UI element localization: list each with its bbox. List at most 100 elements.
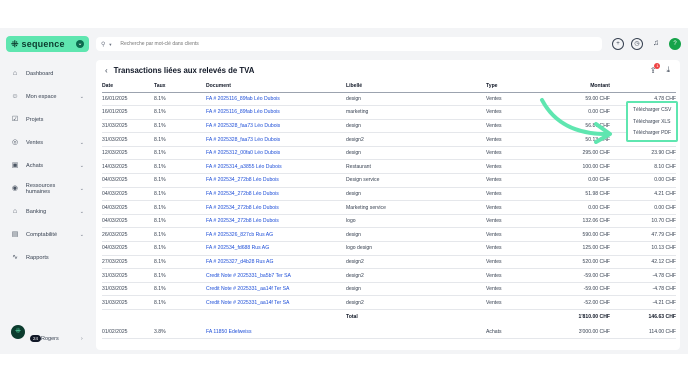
- sidebar-item-label: Mon espace: [26, 93, 57, 100]
- cell-taux: 8.1%: [154, 105, 206, 120]
- back-arrow-icon[interactable]: ‹: [105, 66, 108, 75]
- cell-document[interactable]: Credit Note # 2025331_ba5b7 Ter SA: [206, 268, 346, 283]
- page-title: Transactions liées aux relevés de TVA: [113, 66, 255, 75]
- cell-date: 31/03/2025: [102, 132, 154, 147]
- cell-montant: 520.00 CHF: [546, 255, 610, 270]
- cell-montant: -59.00 CHF: [546, 282, 610, 297]
- sidebar-item-rapports[interactable]: ∿ Rapports: [0, 246, 92, 269]
- download-pdf-option[interactable]: Télécharger PDF: [628, 128, 676, 140]
- cell-document[interactable]: FA # 202534_272b8 Léo Dubois: [206, 187, 346, 202]
- sidebar: ⁜ sequence ⌄ ⌂ Dashboard ☺ Mon espace ⌄ …: [0, 28, 92, 354]
- cell-tva: 42.12 CHF: [610, 255, 676, 270]
- cell-tva: -4.21 CHF: [610, 295, 676, 310]
- cell-document[interactable]: FA # 202534_272b8 Léo Dubois: [206, 200, 346, 215]
- cell-document[interactable]: FA # 2025327_d4b28 Rus AG: [206, 255, 346, 270]
- total-label: Total: [346, 309, 486, 325]
- cell-document[interactable]: Credit Note # 2025331_aa14f Ter SA: [206, 282, 346, 297]
- cell-montant: 3'000.00 CHF: [546, 325, 610, 340]
- cell-type: Ventes: [486, 173, 546, 188]
- sidebar-item-ventes[interactable]: ◎ Ventes ⌄: [0, 131, 92, 154]
- calculator-icon: ▤: [11, 230, 19, 238]
- col-montant[interactable]: Montant: [546, 81, 610, 93]
- col-document[interactable]: Document: [206, 81, 346, 93]
- cell-document[interactable]: FA # 2025312_00fa0 Léo Dubois: [206, 146, 346, 161]
- sidebar-item-comptabilite[interactable]: ▤ Comptabilité ⌄: [0, 223, 92, 246]
- cell-libelle: design2: [346, 268, 486, 283]
- search-input[interactable]: [120, 41, 421, 47]
- app-frame: ⁜ sequence ⌄ ⌂ Dashboard ☺ Mon espace ⌄ …: [0, 28, 688, 354]
- col-tva[interactable]: [610, 81, 676, 93]
- coins-icon: ◎: [11, 138, 19, 146]
- cell-montant: 590.00 CHF: [546, 227, 610, 243]
- cell-document[interactable]: FA # 2025116_89fab Léo Dubois: [206, 92, 346, 107]
- bell-icon[interactable]: ♫: [650, 38, 662, 50]
- table-row: 04/03/2025 8.1% FA # 202534_272b8 Léo Dubo…: [102, 173, 676, 188]
- user-menu[interactable]: ⁜ 24 Rogers ›: [11, 325, 83, 342]
- cell-document[interactable]: Credit Note # 2025331_aa14f Ter SA: [206, 295, 346, 310]
- chevron-down-icon[interactable]: ▼: [108, 42, 112, 47]
- cell-taux: 8.1%: [154, 132, 206, 147]
- cell-taux: 8.1%: [154, 119, 206, 134]
- cell-document[interactable]: FA # 2025314_a3855 Léo Dubois: [206, 159, 346, 175]
- cell-libelle: design: [346, 187, 486, 202]
- cell-document[interactable]: FA # 202534_272b8 Léo Dubois: [206, 214, 346, 229]
- cell-montant: 295.00 CHF: [546, 146, 610, 161]
- export-icon[interactable]: ⇪ 1: [650, 62, 661, 75]
- chevron-down-icon: ⌄: [79, 208, 84, 215]
- col-libelle[interactable]: Libellé: [346, 81, 486, 93]
- sidebar-item-ressources-humaines[interactable]: ◉ Ressources humaines ⌄: [0, 177, 92, 200]
- cell-document[interactable]: FA # 2025328_faa73 Léo Dubois: [206, 119, 346, 134]
- download-xls-option[interactable]: Télécharger XLS: [628, 117, 676, 129]
- sidebar-item-achats[interactable]: ▣ Achats ⌄: [0, 154, 92, 177]
- empty-cell: [102, 309, 154, 325]
- brand-logo[interactable]: ⁜ sequence ⌄: [6, 36, 89, 52]
- brand-menu-icon[interactable]: ⌄: [76, 40, 84, 48]
- cell-tva: 47.79 CHF: [610, 227, 676, 243]
- help-icon[interactable]: ?: [669, 38, 681, 50]
- cell-document[interactable]: FA # 202534_272b8 Léo Dubois: [206, 173, 346, 188]
- cell-montant: -52.00 CHF: [546, 295, 610, 310]
- col-taux[interactable]: Taux: [154, 81, 206, 93]
- user-name: Rogers: [41, 336, 59, 342]
- sidebar-item-mon-espace[interactable]: ☺ Mon espace ⌄: [0, 85, 92, 108]
- table-row: 04/03/2025 8.1% FA # 202534_272b8 Léo Dubo…: [102, 214, 676, 229]
- sidebar-item-label: Projets: [26, 116, 44, 123]
- download-menu: Télécharger CSV Télécharger XLS Téléchar…: [626, 101, 678, 142]
- clock-icon[interactable]: ◷: [631, 38, 643, 50]
- bank-icon: ⌂: [12, 207, 18, 215]
- cell-taux: 8.1%: [154, 92, 206, 107]
- cell-montant: 125.00 CHF: [546, 241, 610, 256]
- cell-document[interactable]: FA # 2025116_89fab Léo Dubois: [206, 105, 346, 120]
- chevron-down-icon: ⌄: [79, 185, 84, 192]
- cell-document[interactable]: FA # 2025328_faa73 Léo Dubois: [206, 132, 346, 147]
- avatar[interactable]: ⁜: [11, 325, 25, 339]
- col-date[interactable]: Date: [102, 81, 154, 93]
- cell-type: Ventes: [486, 241, 546, 256]
- cell-type: Achats: [486, 325, 546, 340]
- search-bar[interactable]: ⚲ ▼: [96, 37, 602, 51]
- sidebar-item-banking[interactable]: ⌂ Banking ⌄: [0, 200, 92, 223]
- sidebar-item-projets[interactable]: ☑ Projets: [0, 108, 92, 131]
- cell-montant: 100.00 CHF: [546, 159, 610, 175]
- cell-libelle: Marketing service: [346, 200, 486, 215]
- user-badge: 24: [30, 335, 42, 342]
- download-icon[interactable]: ⤓: [666, 65, 670, 75]
- total-montant: 1'810.00 CHF: [546, 309, 610, 325]
- add-icon[interactable]: +: [612, 38, 624, 50]
- cell-document[interactable]: FA # 202534_fd688 Rus AG: [206, 241, 346, 256]
- cell-document[interactable]: FA 11850 Edelweiss: [206, 325, 346, 340]
- cell-taux: 8.1%: [154, 159, 206, 175]
- cell-taux: 8.1%: [154, 200, 206, 215]
- sidebar-item-label: Banking: [26, 208, 47, 215]
- download-csv-option[interactable]: Télécharger CSV: [628, 105, 676, 117]
- chart-icon: ∿: [12, 253, 18, 261]
- cell-libelle: marketing: [346, 105, 486, 120]
- cell-libelle: Design service: [346, 173, 486, 188]
- sidebar-item-label: Rapports: [26, 254, 49, 261]
- col-type[interactable]: Type: [486, 81, 546, 93]
- table-row: 26/03/2025 8.1% FA # 2025326_827cb Rus AG d…: [102, 227, 676, 243]
- table-row: 12/03/2025 8.1% FA # 2025312_00fa0 Léo Dub…: [102, 146, 676, 161]
- sidebar-item-dashboard[interactable]: ⌂ Dashboard: [0, 62, 92, 85]
- cell-document[interactable]: FA # 2025326_827cb Rus AG: [206, 227, 346, 243]
- cell-date: 26/03/2025: [102, 227, 154, 243]
